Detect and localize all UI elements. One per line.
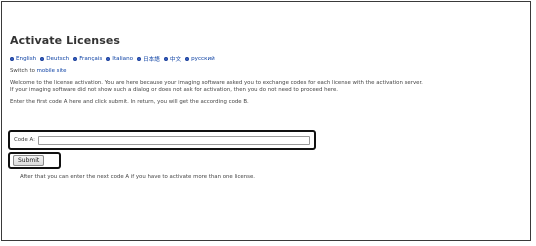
bullet-icon — [106, 57, 111, 61]
switch-prefix: Switch to — [10, 68, 35, 74]
page-title: Activate Licenses — [10, 34, 121, 47]
mobile-site-link[interactable]: mobile site — [37, 68, 67, 74]
welcome-text: Welcome to the license activation. You a… — [10, 80, 520, 94]
main-content: Activate Licenses English Deutsch França… — [10, 34, 520, 106]
bullet-icon — [163, 57, 168, 61]
code-a-input[interactable] — [37, 135, 310, 145]
bullet-icon — [185, 57, 190, 61]
submit-button[interactable]: Submit — [13, 155, 45, 166]
bullet-icon — [137, 57, 142, 61]
language-link-deutsch[interactable]: Deutsch — [40, 56, 69, 62]
code-a-field-group: Code A: — [8, 130, 316, 150]
language-label: 日本語 — [143, 57, 160, 63]
language-link-francais[interactable]: Français — [73, 56, 102, 62]
switch-site-line: Switch to mobile site — [10, 68, 520, 75]
language-label: 中文 — [169, 57, 182, 63]
bullet-icon — [10, 57, 14, 61]
language-link-japanese[interactable]: 日本語 — [137, 55, 160, 63]
bullet-icon — [73, 57, 78, 61]
code-a-label: Code A: — [14, 137, 35, 143]
welcome-line-1: Welcome to the license activation. You a… — [10, 80, 423, 86]
language-link-chinese[interactable]: 中文 — [163, 55, 182, 63]
instructions-text: Enter the first code A here and click su… — [10, 99, 249, 105]
language-link-italiano[interactable]: Italiano — [106, 56, 133, 62]
language-label: English — [16, 56, 37, 62]
welcome-line-2: If your imaging software did not show su… — [10, 87, 338, 93]
language-link-english[interactable]: English — [10, 56, 36, 62]
submit-group: Submit — [8, 152, 61, 169]
language-label: русский — [191, 56, 215, 62]
bullet-icon — [40, 57, 45, 61]
after-text: After that you can enter the next code A… — [20, 174, 255, 180]
language-label: Deutsch — [46, 56, 70, 62]
language-list: English Deutsch Français Italiano 日本語 中文… — [10, 55, 520, 63]
language-label: Français — [79, 56, 103, 62]
language-label: Italiano — [112, 56, 134, 62]
language-link-russian[interactable]: русский — [185, 56, 215, 62]
